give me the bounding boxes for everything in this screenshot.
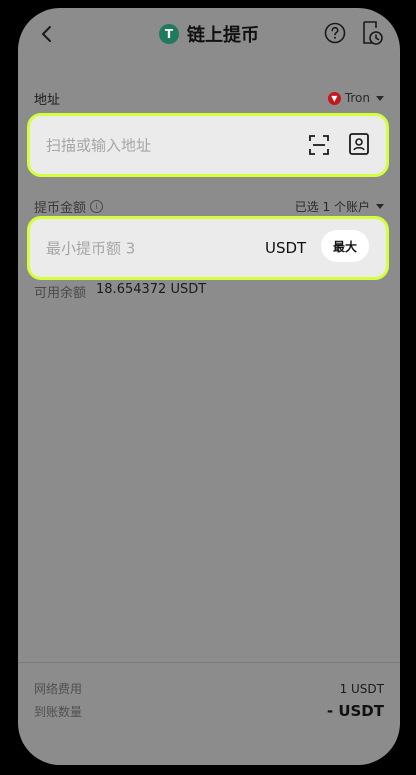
usdt-coin-icon: T [159, 24, 179, 44]
network-selector[interactable]: ▼ Tron [327, 91, 384, 105]
address-label: 地址 [34, 92, 61, 108]
address-placeholder: 扫描或输入地址 [46, 136, 152, 155]
amount-placeholder: 最小提币额 3 [46, 239, 136, 258]
network-name: Tron [344, 91, 370, 105]
page-title: 链上提币 [187, 25, 259, 46]
chevron-down-icon [376, 203, 384, 209]
receive-row: 到账数量 - USDT [34, 702, 384, 720]
address-book-icon[interactable] [348, 132, 370, 156]
max-button[interactable]: 最大 [321, 230, 369, 262]
footer-divider [18, 662, 400, 663]
phone-screen: T 链上提币 地址 ▼ Tron 扫描或输入地址 提币金额 i 已选 1 个账户… [18, 8, 400, 765]
chevron-down-icon [376, 95, 384, 101]
amount-label-group: 提币金额 i [34, 197, 104, 216]
fee-label: 网络费用 [34, 682, 83, 696]
header: T 链上提币 [18, 8, 400, 62]
tron-icon: ▼ [327, 91, 341, 105]
available-label: 可用余额 [34, 286, 87, 301]
available-value: 18.654372 USDT [96, 282, 207, 297]
amount-unit: USDT [265, 239, 307, 257]
amount-input[interactable]: 最小提币额 3 USDT 最大 [27, 216, 389, 280]
available-balance: 可用余额 18.654372 USDT [34, 282, 206, 301]
account-selector[interactable]: 已选 1 个账户 [295, 198, 384, 215]
fee-row: 网络费用 1 USDT [34, 680, 384, 697]
address-input[interactable]: 扫描或输入地址 [27, 113, 389, 177]
receive-value: - USDT [326, 702, 384, 720]
help-icon[interactable] [323, 21, 347, 45]
address-label-row: 地址 ▼ Tron [34, 88, 384, 108]
account-selector-label: 已选 1 个账户 [294, 199, 370, 214]
info-icon[interactable]: i [90, 199, 104, 213]
receive-label: 到账数量 [34, 704, 83, 719]
scan-icon[interactable] [308, 134, 330, 156]
amount-label-row: 提币金额 i 已选 1 个账户 [34, 196, 384, 216]
amount-label: 提币金额 [34, 200, 87, 216]
history-record-icon[interactable] [360, 19, 384, 47]
fee-value: 1 USDT [339, 681, 384, 696]
